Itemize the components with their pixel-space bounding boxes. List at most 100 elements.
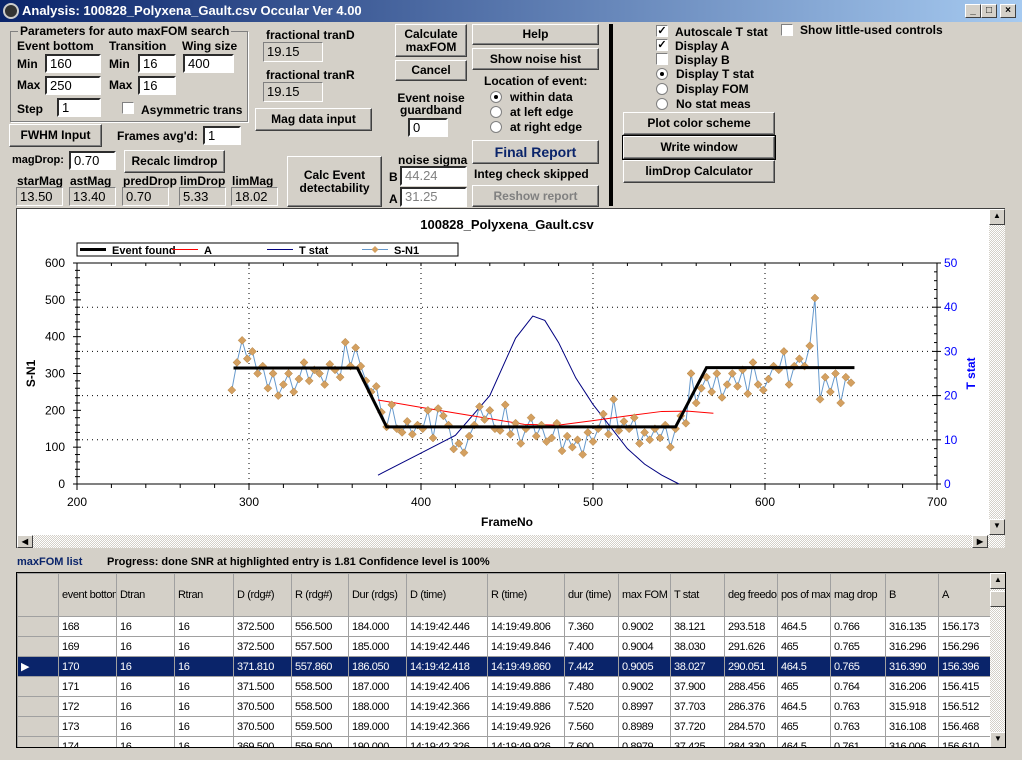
column-header[interactable]: A (938, 573, 991, 617)
row-header[interactable]: ▶ (17, 656, 59, 677)
table-cell: 464.5 (777, 656, 831, 677)
y-axis-label: S-N1 (24, 360, 38, 388)
scroll-down-icon[interactable]: ▼ (989, 519, 1005, 535)
final-report-button[interactable]: Final Report (472, 140, 599, 164)
table-cell: 14:19:42.406 (406, 676, 488, 697)
display-checkbox[interactable] (656, 53, 668, 65)
sn1-point (826, 387, 835, 397)
show-little-used-checkbox[interactable] (781, 24, 793, 36)
show-noise-hist-button[interactable]: Show noise hist (472, 48, 599, 70)
stat-radio[interactable] (656, 98, 668, 110)
row-header[interactable] (17, 716, 59, 737)
event-bottom-min-input[interactable]: 160 (45, 54, 101, 73)
recalc-limdrop-button[interactable]: Recalc limdrop (124, 150, 225, 173)
column-header[interactable]: R (rdg#) (291, 573, 349, 617)
table-cell: 14:19:49.926 (487, 736, 565, 747)
stat-radio[interactable] (656, 83, 668, 95)
close-button[interactable]: × (1000, 4, 1016, 18)
stat-radio[interactable] (656, 68, 668, 80)
column-header[interactable]: T stat (670, 573, 725, 617)
row-header[interactable] (17, 636, 59, 657)
column-header[interactable]: max FOM (618, 573, 671, 617)
display-checkbox[interactable]: ✓ (656, 39, 668, 51)
scroll-up-icon[interactable]: ▲ (990, 573, 1005, 589)
frames-avg-input[interactable]: 1 (203, 126, 241, 145)
table-vscrollbar[interactable]: ▲ ▼ (990, 573, 1005, 747)
mag-value: 18.02 (231, 187, 278, 206)
table-row[interactable]: 169 16 16 372.500 557.500 185.000 14:19:42.446… (17, 636, 991, 657)
table-row[interactable]: 174 16 16 369.500 559.500 190.000 14:19:42.326… (17, 736, 991, 747)
column-header[interactable]: Rtran (174, 573, 234, 617)
scroll-down-icon[interactable]: ▼ (990, 732, 1005, 747)
guardband-label: Event noise guardband (397, 91, 465, 117)
location-radio[interactable] (490, 91, 502, 103)
chart-hscrollbar[interactable]: ◀ ▶ (17, 535, 1005, 548)
table-cell: 557.500 (291, 636, 349, 657)
column-header[interactable]: D (rdg#) (233, 573, 292, 617)
sn1-point (645, 435, 655, 445)
mag-data-input-button[interactable]: Mag data input (255, 108, 372, 131)
scroll-thumb[interactable] (990, 591, 1005, 607)
table-cell: 14:19:42.366 (406, 696, 488, 717)
column-header[interactable]: event bottom rdgs (58, 573, 117, 617)
column-header[interactable]: dur (time) (564, 573, 619, 617)
mag-label: limMag (232, 174, 274, 188)
row-header[interactable] (17, 616, 59, 637)
location-radio[interactable] (490, 106, 502, 118)
fwhm-input-button[interactable]: FWHM Input (9, 124, 102, 147)
column-header[interactable]: Dtran (116, 573, 175, 617)
table-cell: 372.500 (233, 636, 292, 657)
table-row[interactable]: ▶ 170 16 16 371.810 557.860 186.050 14:19:42.41… (17, 656, 991, 677)
limdrop-calculator-button[interactable]: limDrop Calculator (623, 160, 775, 183)
column-header[interactable]: deg freedom (724, 573, 778, 617)
calc-event-detectability-button[interactable]: Calc Event detectability (287, 156, 382, 207)
table-row[interactable]: 171 16 16 371.500 558.500 187.000 14:19:42.406… (17, 676, 991, 697)
help-button[interactable]: Help (472, 24, 599, 45)
transition-max-input[interactable]: 16 (138, 76, 176, 95)
y-tick-label: 200 (45, 403, 65, 417)
scroll-left-icon[interactable]: ◀ (17, 535, 33, 548)
display-checkbox[interactable]: ✓ (656, 25, 668, 37)
row-header[interactable] (17, 736, 59, 747)
window-title: Analysis: 100828_Polyxena_Gault.csv Occu… (22, 3, 362, 18)
location-radio[interactable] (490, 121, 502, 133)
guardband-input[interactable]: 0 (408, 118, 448, 137)
transition-min-input[interactable]: 16 (138, 54, 176, 73)
scroll-up-icon[interactable]: ▲ (989, 209, 1005, 225)
table-cell: 37.900 (670, 676, 725, 697)
row-header[interactable] (17, 676, 59, 697)
plot-color-scheme-button[interactable]: Plot color scheme (623, 112, 775, 135)
table-row[interactable]: 168 16 16 372.500 556.500 184.000 14:19:42.446… (17, 616, 991, 637)
sn1-point (227, 385, 237, 395)
step-input[interactable]: 1 (57, 98, 101, 117)
column-header[interactable]: R (time) (487, 573, 565, 617)
column-header[interactable]: Dur (rdgs) (348, 573, 407, 617)
column-header[interactable]: B (885, 573, 939, 617)
table-cell: 316.390 (885, 656, 939, 677)
event-bottom-max-input[interactable]: 250 (45, 76, 101, 95)
table-row[interactable]: 172 16 16 370.500 558.500 188.000 14:19:42.366… (17, 696, 991, 717)
table-cell: 38.027 (670, 656, 725, 677)
row-header[interactable] (17, 696, 59, 717)
sn1-point (433, 404, 443, 413)
table-cell: 16 (116, 696, 175, 717)
column-header[interactable]: pos of max (777, 573, 831, 617)
table-cell: 16 (174, 736, 234, 747)
calculate-maxfom-button[interactable]: Calculate maxFOM (395, 24, 467, 57)
scroll-right-icon[interactable]: ▶ (972, 535, 988, 548)
magdrop-input[interactable]: 0.70 (69, 151, 116, 170)
wing-size-input[interactable]: 400 (183, 54, 234, 73)
asymmetric-trans-checkbox[interactable] (122, 102, 134, 114)
chart-vscrollbar[interactable]: ▲ ▼ (989, 209, 1005, 535)
write-window-button[interactable]: Write window (622, 135, 776, 160)
column-header[interactable]: D (time) (406, 573, 488, 617)
table-cell: 316.135 (885, 616, 939, 637)
sn1-point (717, 393, 727, 402)
table-cell: 14:19:49.860 (487, 656, 565, 677)
maximize-button[interactable]: □ (981, 4, 997, 18)
sn1-point (294, 374, 304, 384)
table-row[interactable]: 173 16 16 370.500 559.500 189.000 14:19:42.366… (17, 716, 991, 737)
column-header[interactable]: mag drop (830, 573, 886, 617)
cancel-button[interactable]: Cancel (395, 60, 467, 81)
minimize-button[interactable]: _ (965, 4, 981, 18)
